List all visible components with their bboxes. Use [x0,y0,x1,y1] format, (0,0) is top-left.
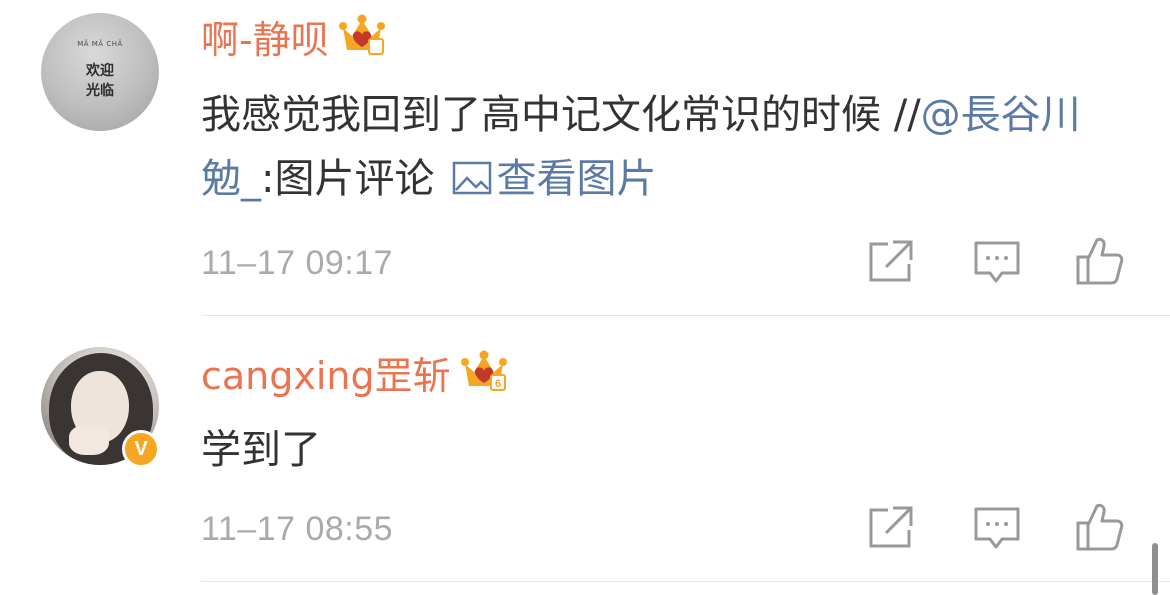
username[interactable]: 啊-静呗 [201,14,385,66]
comment-button[interactable] [972,503,1022,553]
like-icon [1076,503,1124,551]
like-button[interactable] [1075,235,1125,285]
share-button[interactable] [866,503,916,553]
like-icon [1076,237,1124,285]
avatar-brand-text: MĂ MĂ CHĂ [77,40,123,48]
crown-icon [338,14,385,66]
like-button[interactable] [1075,501,1125,551]
avatar-welcome-text: 欢迎 光临 [86,63,114,99]
timestamp: 11–17 08:55 [201,510,394,548]
crown-level-6-icon: 6 [460,350,507,402]
divider [201,315,1170,316]
share-button[interactable] [866,237,916,287]
comment-icon [974,507,1020,549]
timestamp: 11–17 09:17 [201,244,394,282]
badge-level: 6 [495,378,501,390]
view-image-link[interactable]: 查看图片 [434,156,656,202]
comment-text: 学到了 [201,427,321,473]
comment-button[interactable] [972,237,1022,287]
share-icon [869,240,913,282]
divider [201,581,1170,582]
share-icon [869,506,913,548]
username[interactable]: cangxing罡斩 6 [201,350,507,402]
avatar[interactable]: MĂ MĂ CHĂ 欢迎 光临 [41,13,159,131]
comment-text: 我感觉我回到了高中记文化常识的时候 //@長谷川勉_:图片评论 查看图片 [201,83,1111,215]
scrollbar[interactable] [1152,543,1158,595]
verified-badge-icon: V [122,430,160,468]
comment-icon [974,241,1020,283]
image-icon [452,151,492,215]
